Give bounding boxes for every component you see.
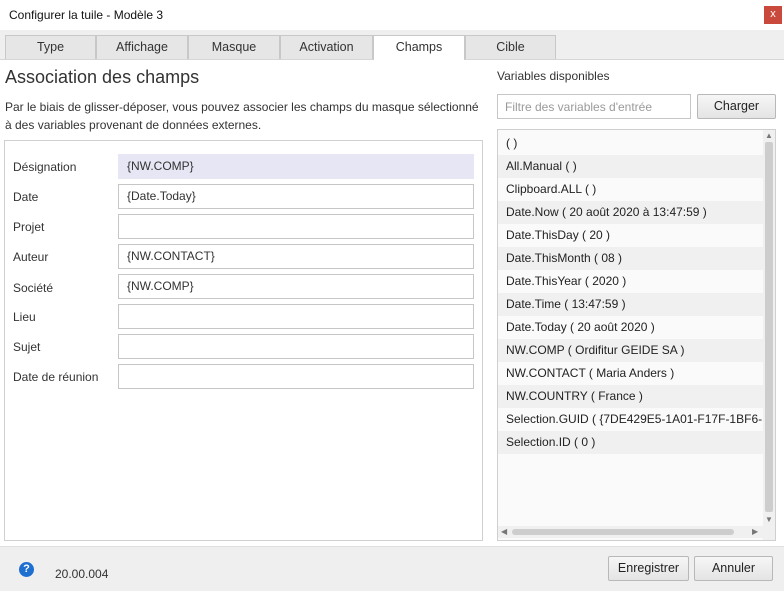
tab-type[interactable]: Type: [5, 35, 96, 59]
field-label-societe: Société: [13, 281, 54, 295]
field-label-lieu: Lieu: [13, 310, 36, 324]
list-empty-area: [498, 454, 763, 526]
scroll-up-icon[interactable]: ▲: [765, 132, 773, 140]
tab-champs[interactable]: Champs: [373, 35, 465, 60]
save-button[interactable]: Enregistrer: [608, 556, 689, 581]
help-icon[interactable]: ?: [19, 562, 34, 577]
date-field[interactable]: {Date.Today}: [118, 184, 474, 209]
version-label: 20.00.004: [55, 567, 109, 581]
horizontal-scrollbar[interactable]: ◀ ▶: [498, 526, 763, 538]
field-label-date: Date: [13, 190, 39, 204]
field-label-designation: Désignation: [13, 160, 77, 174]
tab-bar: Type Affichage Masque Activation Champs …: [0, 30, 784, 60]
list-item[interactable]: Date.Time ( 13:47:59 ): [498, 293, 763, 316]
field-label-projet: Projet: [13, 220, 45, 234]
tab-cible[interactable]: Cible: [465, 35, 556, 59]
list-item[interactable]: ( ): [498, 132, 763, 155]
load-button[interactable]: Charger: [697, 94, 776, 119]
list-item[interactable]: NW.CONTACT ( Maria Anders ): [498, 362, 763, 385]
list-item[interactable]: Date.Now ( 20 août 2020 à 13:47:59 ): [498, 201, 763, 224]
close-button[interactable]: x: [764, 6, 782, 24]
projet-field[interactable]: [118, 214, 474, 239]
list-item[interactable]: NW.COMP ( Ordifitur GEIDE SA ): [498, 339, 763, 362]
scroll-right-icon[interactable]: ▶: [752, 528, 758, 536]
scroll-down-icon[interactable]: ▼: [765, 516, 773, 524]
horizontal-scroll-thumb[interactable]: [512, 529, 734, 535]
scroll-left-icon[interactable]: ◀: [501, 528, 507, 536]
list-item[interactable]: Date.ThisMonth ( 08 ): [498, 247, 763, 270]
tab-affichage[interactable]: Affichage: [96, 35, 188, 59]
section-description: Par le biais de glisser-déposer, vous po…: [5, 100, 479, 132]
variables-title: Variables disponibles: [497, 69, 610, 83]
section-title: Association des champs: [5, 67, 200, 87]
window-title: Configurer la tuile - Modèle 3: [9, 8, 164, 22]
societe-field[interactable]: {NW.COMP}: [118, 274, 474, 299]
list-item[interactable]: Clipboard.ALL ( ): [498, 178, 763, 201]
list-item[interactable]: Date.ThisYear ( 2020 ): [498, 270, 763, 293]
variable-filter-input[interactable]: [497, 94, 691, 119]
designation-field[interactable]: {NW.COMP}: [118, 154, 474, 179]
variables-list[interactable]: ( ) All.Manual ( ) Clipboard.ALL ( ) Dat…: [497, 129, 776, 541]
list-item[interactable]: Date.Today ( 20 août 2020 ): [498, 316, 763, 339]
field-label-auteur: Auteur: [13, 250, 49, 264]
cancel-button[interactable]: Annuler: [694, 556, 773, 581]
field-label-sujet: Sujet: [13, 340, 41, 354]
field-label-date-reunion: Date de réunion: [13, 370, 99, 384]
tab-activation[interactable]: Activation: [280, 35, 373, 59]
title-bar: Configurer la tuile - Modèle 3 x: [0, 0, 784, 30]
list-item[interactable]: Date.ThisDay ( 20 ): [498, 224, 763, 247]
vertical-scrollbar[interactable]: ▲ ▼: [763, 130, 775, 540]
vertical-scroll-thumb[interactable]: [765, 142, 773, 512]
sujet-field[interactable]: [118, 334, 474, 359]
lieu-field[interactable]: [118, 304, 474, 329]
list-item[interactable]: Selection.GUID ( {7DE429E5-1A01-F17F-1BF…: [498, 408, 763, 431]
auteur-field[interactable]: {NW.CONTACT}: [118, 244, 474, 269]
list-item[interactable]: Selection.ID ( 0 ): [498, 431, 763, 454]
date-reunion-field[interactable]: [118, 364, 474, 389]
list-item[interactable]: NW.COUNTRY ( France ): [498, 385, 763, 408]
tab-masque[interactable]: Masque: [188, 35, 280, 59]
list-item[interactable]: All.Manual ( ): [498, 155, 763, 178]
